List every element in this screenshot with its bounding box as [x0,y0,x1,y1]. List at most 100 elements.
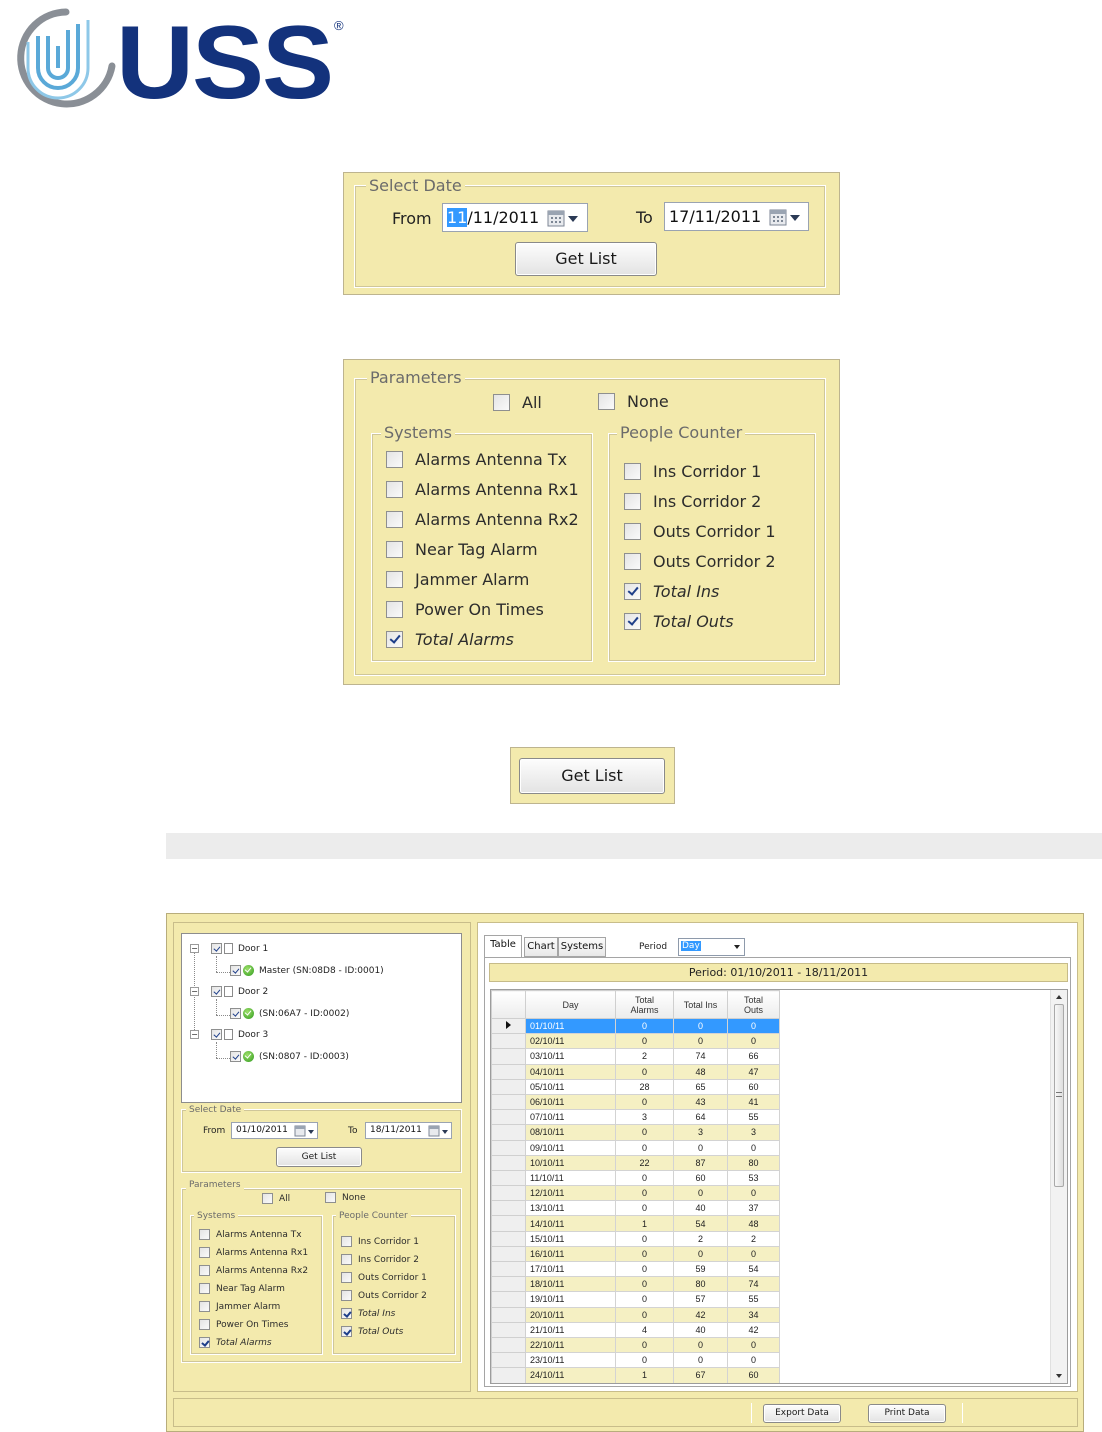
table-cell[interactable]: 11/10/11 [525,1169,616,1187]
calendar-dropdown-icon[interactable] [428,1125,450,1137]
table-cell[interactable]: 0 [727,1336,780,1354]
vertical-scrollbar[interactable] [1050,990,1067,1383]
table-cell[interactable]: 02/10/11 [525,1033,616,1050]
row-indicator[interactable] [491,1093,526,1111]
collapse-icon[interactable]: − [190,1030,199,1039]
collapse-icon[interactable]: − [190,944,199,953]
table-row[interactable]: 11/10/11 0 60 53 [491,1169,780,1187]
table-cell[interactable]: 54 [673,1215,728,1232]
app-none-checkbox[interactable]: None [325,1192,365,1203]
table-cell[interactable]: 18/10/11 [525,1276,616,1293]
table-cell[interactable]: 19/10/11 [525,1291,616,1308]
power-on-times-checkbox[interactable]: Power On Times [386,600,544,619]
tree-node-device-2[interactable]: (SN:06A7 - ID:0002) [230,1008,349,1019]
outs-corridor-1-checkbox[interactable]: Outs Corridor 1 [624,522,776,541]
row-indicator[interactable] [491,1230,526,1247]
app-power-on-times-checkbox[interactable]: Power On Times [199,1319,288,1330]
alarms-antenna-tx-checkbox-box[interactable] [386,451,403,468]
table-cell[interactable]: 0 [673,1185,728,1202]
table-cell[interactable]: 0 [727,1017,780,1035]
table-cell[interactable]: 55 [727,1291,780,1308]
table-cell[interactable]: 64 [673,1109,728,1126]
table-cell[interactable]: 66 [727,1048,780,1065]
row-indicator[interactable] [491,1306,526,1323]
row-indicator[interactable] [491,1367,526,1383]
alarms-antenna-tx-checkbox[interactable]: Alarms Antenna Tx [386,450,567,469]
table-row[interactable]: 06/10/11 0 43 41 [491,1093,780,1111]
table-row[interactable]: 03/10/11 2 74 66 [491,1048,780,1065]
table-cell[interactable]: 06/10/11 [525,1093,616,1111]
table-cell[interactable]: 0 [615,1200,674,1217]
table-cell[interactable]: 0 [673,1352,728,1369]
get-list-button[interactable]: Get List [515,242,657,276]
app-total-alarms-checkbox-box[interactable] [199,1337,210,1348]
row-indicator[interactable] [491,1200,526,1217]
table-cell[interactable]: 0 [727,1033,780,1050]
table-cell[interactable]: 1 [615,1215,674,1232]
app-all-checkbox[interactable]: All [262,1193,290,1204]
table-cell[interactable]: 20/10/11 [525,1306,616,1323]
calendar-dropdown-icon[interactable] [294,1125,316,1137]
row-indicator[interactable] [491,1260,526,1278]
tree-node-door-2[interactable]: − Door 2 [190,986,268,997]
table-cell[interactable]: 60 [727,1367,780,1383]
from-date-input[interactable]: 11/11/2011 [442,203,588,232]
row-indicator[interactable] [491,1063,526,1080]
ins-corridor-2-checkbox[interactable]: Ins Corridor 2 [624,492,761,511]
table-cell[interactable]: 40 [673,1321,728,1338]
table-cell[interactable]: 34 [727,1306,780,1323]
all-checkbox[interactable]: All [493,393,542,412]
app-outs-corridor-2-checkbox[interactable]: Outs Corridor 2 [341,1290,427,1301]
get-list-button[interactable]: Get List [519,758,665,794]
table-cell[interactable]: 47 [727,1063,780,1080]
none-checkbox-box[interactable] [598,393,615,410]
table-row[interactable]: 18/10/11 0 80 74 [491,1276,780,1293]
table-cell[interactable]: 3 [727,1124,780,1141]
alarms-antenna-rx2-checkbox[interactable]: Alarms Antenna Rx2 [386,510,579,529]
table-cell[interactable]: 0 [727,1139,780,1156]
table-cell[interactable]: 2 [727,1230,780,1247]
data-grid[interactable]: Day Total Alarms Total Ins Total Outs 01/10/… [490,989,1068,1384]
table-cell[interactable]: 1 [615,1367,674,1383]
period-select[interactable]: Day [678,938,745,956]
table-cell[interactable]: 13/10/11 [525,1200,616,1217]
table-cell[interactable]: 14/10/11 [525,1215,616,1232]
tree-checkbox[interactable] [211,986,222,997]
ins-corridor-2-checkbox-box[interactable] [624,493,641,510]
app-alarms-antenna-tx-checkbox-box[interactable] [199,1229,210,1240]
table-cell[interactable]: 43 [673,1093,728,1111]
table-row[interactable]: 19/10/11 0 57 55 [491,1291,780,1308]
app-all-checkbox-box[interactable] [262,1193,273,1204]
table-cell[interactable]: 60 [673,1169,728,1187]
table-row[interactable]: 02/10/11 0 0 0 [491,1033,780,1050]
table-cell[interactable]: 21/10/11 [525,1321,616,1338]
app-outs-corridor-1-checkbox[interactable]: Outs Corridor 1 [341,1272,427,1283]
app-outs-corridor-2-checkbox-box[interactable] [341,1290,352,1301]
app-power-on-times-checkbox-box[interactable] [199,1319,210,1330]
table-cell[interactable]: 17/10/11 [525,1260,616,1278]
calendar-dropdown-icon[interactable] [547,209,583,227]
calendar-dropdown-icon[interactable] [769,208,805,226]
table-cell[interactable]: 08/10/11 [525,1124,616,1141]
row-indicator[interactable] [491,1169,526,1187]
all-checkbox-box[interactable] [493,394,510,411]
total-alarms-checkbox[interactable]: Total Alarms [386,630,514,649]
row-indicator[interactable] [491,1276,526,1293]
app-total-outs-checkbox-box[interactable] [341,1326,352,1337]
app-ins-corridor-1-checkbox[interactable]: Ins Corridor 1 [341,1236,419,1247]
outs-corridor-2-checkbox-box[interactable] [624,553,641,570]
table-cell[interactable]: 0 [615,1139,674,1156]
table-cell[interactable]: 67 [673,1367,728,1383]
power-on-times-checkbox-box[interactable] [386,601,403,618]
app-from-date-input[interactable]: 01/10/2011 [231,1122,318,1139]
table-cell[interactable]: 0 [673,1033,728,1050]
table-cell[interactable]: 0 [673,1017,728,1035]
table-cell[interactable]: 12/10/11 [525,1185,616,1202]
table-cell[interactable]: 0 [615,1260,674,1278]
table-cell[interactable]: 3 [615,1109,674,1126]
outs-corridor-1-checkbox-box[interactable] [624,523,641,540]
app-alarms-antenna-rx2-checkbox-box[interactable] [199,1265,210,1276]
table-cell[interactable]: 74 [727,1276,780,1293]
row-indicator[interactable] [491,1352,526,1369]
app-near-tag-alarm-checkbox-box[interactable] [199,1283,210,1294]
